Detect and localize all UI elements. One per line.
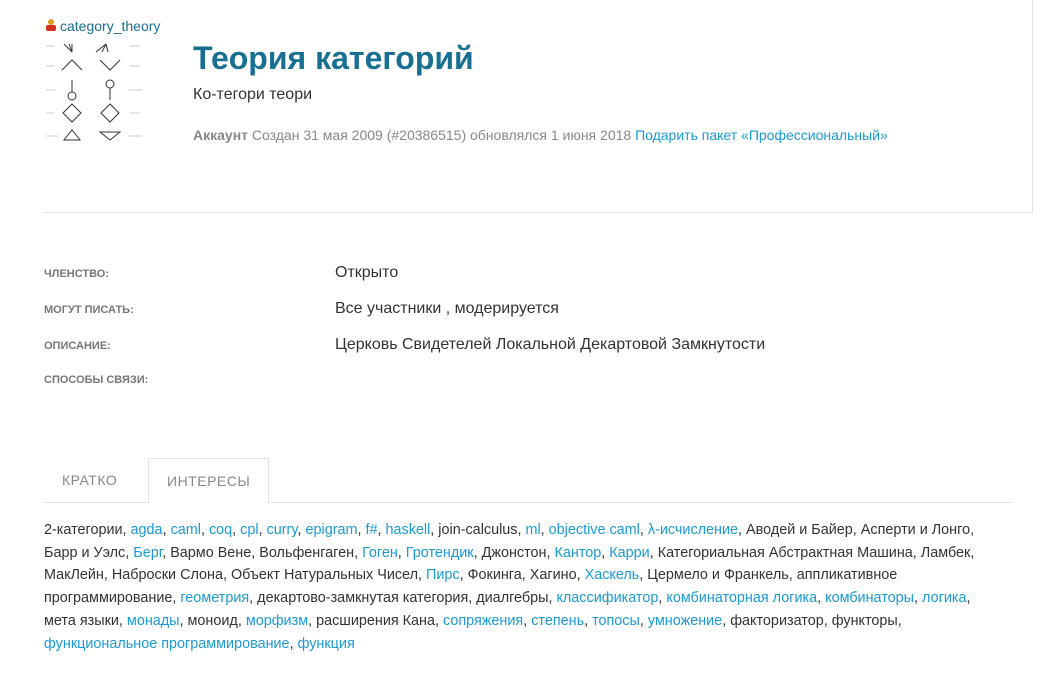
- interest-item: Вармо Вене: [170, 545, 259, 561]
- detail-value: Все участники , модерируется: [335, 300, 559, 317]
- interest-item[interactable]: ml: [525, 522, 548, 538]
- interests-list: 2-категорииagdacamlcoqcplcurryepigramf#h…: [44, 519, 1004, 655]
- tab-interests[interactable]: ИНТЕРЕСЫ: [148, 458, 270, 504]
- interest-item[interactable]: objective caml: [549, 522, 648, 538]
- interest-item: Цермело и Франкель: [647, 567, 796, 583]
- detail-value: Церковь Свидетелей Локальной Декартовой …: [335, 336, 766, 353]
- gift-pro-link[interactable]: Подарить пакет «Профессиональный»: [635, 127, 888, 143]
- interest-item: Вольфенгаген: [259, 545, 362, 561]
- interest-item[interactable]: λ-исчисление: [648, 522, 746, 538]
- account-type: Аккаунт: [193, 127, 249, 143]
- interest-item: Асперти и Лонго: [861, 522, 974, 538]
- detail-label: Способы связи:: [44, 374, 149, 386]
- interest-item[interactable]: логика: [922, 590, 970, 606]
- interest-item[interactable]: agda: [131, 522, 171, 538]
- interest-item: Ламбек: [921, 545, 975, 561]
- interest-item: функторы: [832, 613, 902, 629]
- interest-item[interactable]: функциональное программирование: [44, 636, 298, 652]
- userpic-diagrams: [46, 43, 142, 141]
- interest-item[interactable]: функция: [298, 636, 355, 652]
- interest-item[interactable]: классификатор: [556, 590, 666, 606]
- interest-item[interactable]: степень: [531, 613, 592, 629]
- interest-item[interactable]: морфизм: [246, 613, 316, 629]
- interest-item[interactable]: Пирс: [426, 567, 468, 583]
- interest-item[interactable]: комбинаторная логика: [666, 590, 825, 606]
- interest-item: МакЛейн: [44, 567, 112, 583]
- interest-item[interactable]: Берг: [133, 545, 170, 561]
- profile-tabs: КРАТКО ИНТЕРЕСЫ: [44, 458, 1013, 504]
- interest-item: Категориальная Абстрактная Машина: [658, 545, 921, 561]
- interest-item[interactable]: умножение: [648, 613, 730, 629]
- interest-item[interactable]: caml: [171, 522, 209, 538]
- interest-item: моноид: [188, 613, 246, 629]
- username-label: category_theory: [60, 18, 161, 34]
- interest-item: 2-категории: [44, 522, 131, 538]
- community-icon: [44, 19, 58, 33]
- page-subtitle: Ко-тегори теори: [193, 86, 313, 103]
- interest-item[interactable]: Кантор: [554, 545, 609, 561]
- interest-item: Джонстон: [482, 545, 555, 561]
- interest-item: мета языки: [44, 613, 127, 629]
- interest-item[interactable]: f#: [365, 522, 385, 538]
- interest-item: декартово-замкнутая категория: [257, 590, 476, 606]
- interest-item[interactable]: топосы: [592, 613, 648, 629]
- interest-item[interactable]: cpl: [240, 522, 266, 538]
- interest-item[interactable]: Гоген: [362, 545, 406, 561]
- interest-item[interactable]: haskell: [386, 522, 439, 538]
- divider: [1032, 0, 1033, 212]
- created-info: Создан 31 мая 2009 (#20386515) обновлялс…: [251, 127, 632, 143]
- interest-item[interactable]: комбинаторы: [825, 590, 922, 606]
- detail-label: Членство:: [44, 268, 110, 280]
- detail-value: Открыто: [335, 264, 399, 281]
- interest-item[interactable]: curry: [267, 522, 306, 538]
- interest-item: расширения Кана: [316, 613, 443, 629]
- interest-item[interactable]: сопряжения: [443, 613, 531, 629]
- interest-item[interactable]: монады: [127, 613, 188, 629]
- interest-item: Барр и Уэлс: [44, 545, 133, 561]
- interest-item[interactable]: epigram: [305, 522, 365, 538]
- community-username[interactable]: category_theory: [44, 18, 160, 34]
- interest-item[interactable]: Хаскель: [585, 567, 648, 583]
- detail-description: Описание: Церковь Свидетелей Локальной Де…: [44, 336, 765, 354]
- detail-posting: Могут писать: Все участники , модерируетс…: [44, 300, 559, 318]
- interest-item: факторизатор: [730, 613, 832, 629]
- interest-item: Аводей и Байер: [746, 522, 861, 538]
- tab-summary[interactable]: КРАТКО: [44, 458, 135, 502]
- interest-item: join-calculus: [438, 522, 525, 538]
- interest-item: диалгебры: [476, 590, 556, 606]
- interest-item: Наброски Слона: [112, 567, 231, 583]
- interest-item[interactable]: Карри: [609, 545, 657, 561]
- detail-membership: Членство: Открыто: [44, 264, 398, 282]
- interest-item: Объект Натуральных Чисел: [231, 567, 426, 583]
- detail-label: Могут писать:: [44, 304, 134, 316]
- detail-label: Описание:: [44, 340, 111, 352]
- interest-item[interactable]: геометрия: [180, 590, 257, 606]
- interest-item: Хагино: [530, 567, 585, 583]
- interest-item[interactable]: Гротендик: [406, 545, 482, 561]
- page-title: Теория категорий: [193, 40, 474, 76]
- detail-contacts: Способы связи:: [44, 374, 335, 386]
- account-meta: Аккаунт Создан 31 мая 2009 (#20386515) о…: [193, 127, 888, 143]
- interest-item[interactable]: coq: [209, 522, 240, 538]
- interest-item: Фокинга: [468, 567, 530, 583]
- divider: [44, 212, 1033, 213]
